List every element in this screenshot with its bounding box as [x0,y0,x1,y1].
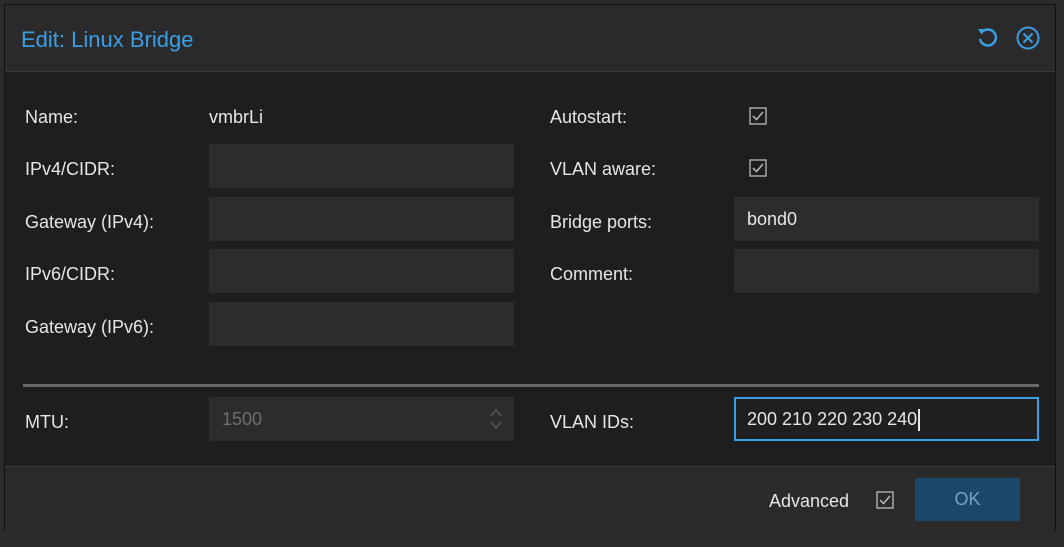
name-value: vmbrLi [209,107,264,127]
name-label: Name: [25,107,79,127]
vlan-aware-checkbox[interactable] [749,159,767,177]
ipv4-cidr-input[interactable] [209,144,514,188]
mtu-placeholder: 1500 [222,409,263,429]
vlan-ids-value: 200 210 220 230 240 [747,409,918,429]
bridge-ports-label: Bridge ports: [550,212,653,232]
gateway-ipv6-label: Gateway (IPv6): [25,317,155,337]
gateway-ipv6-input[interactable] [209,302,514,346]
dialog-body: Name: vmbrLi IPv4/CIDR: Gateway (IPv4): … [5,72,1055,467]
gateway-ipv4-input[interactable] [209,197,514,241]
advanced-label: Advanced [769,491,850,511]
mtu-label: MTU: [25,412,69,432]
autostart-label: Autostart: [550,107,628,127]
ok-button[interactable]: OK [915,478,1020,521]
vlan-ids-input[interactable]: 200 210 220 230 240 [734,397,1039,441]
ipv6-cidr-input[interactable] [209,249,514,293]
gateway-ipv4-label: Gateway (IPv4): [25,212,155,232]
vlan-ids-label: VLAN IDs: [550,412,635,432]
comment-input[interactable] [734,249,1039,293]
advanced-separator [23,384,1039,387]
edit-linux-bridge-dialog: Edit: Linux Bridge Name: vmbrLi IPv4/CID… [4,4,1056,531]
reset-icon[interactable] [975,25,1001,51]
ipv6-cidr-label: IPv6/CIDR: [25,264,116,284]
ipv4-cidr-label: IPv4/CIDR: [25,159,116,179]
comment-label: Comment: [550,264,634,284]
autostart-checkbox[interactable] [749,107,767,125]
dialog-title: Edit: Linux Bridge [21,27,194,52]
text-cursor [918,409,921,432]
close-icon[interactable] [1015,25,1041,51]
advanced-checkbox[interactable] [876,491,894,509]
spinner-icon[interactable] [489,406,503,432]
dialog-header: Edit: Linux Bridge [5,5,1055,72]
bridge-ports-input[interactable]: bond0 [734,197,1039,241]
mtu-input[interactable]: 1500 [209,397,514,441]
dialog-footer: Advanced OK [5,467,1055,531]
vlan-aware-label: VLAN aware: [550,159,657,179]
